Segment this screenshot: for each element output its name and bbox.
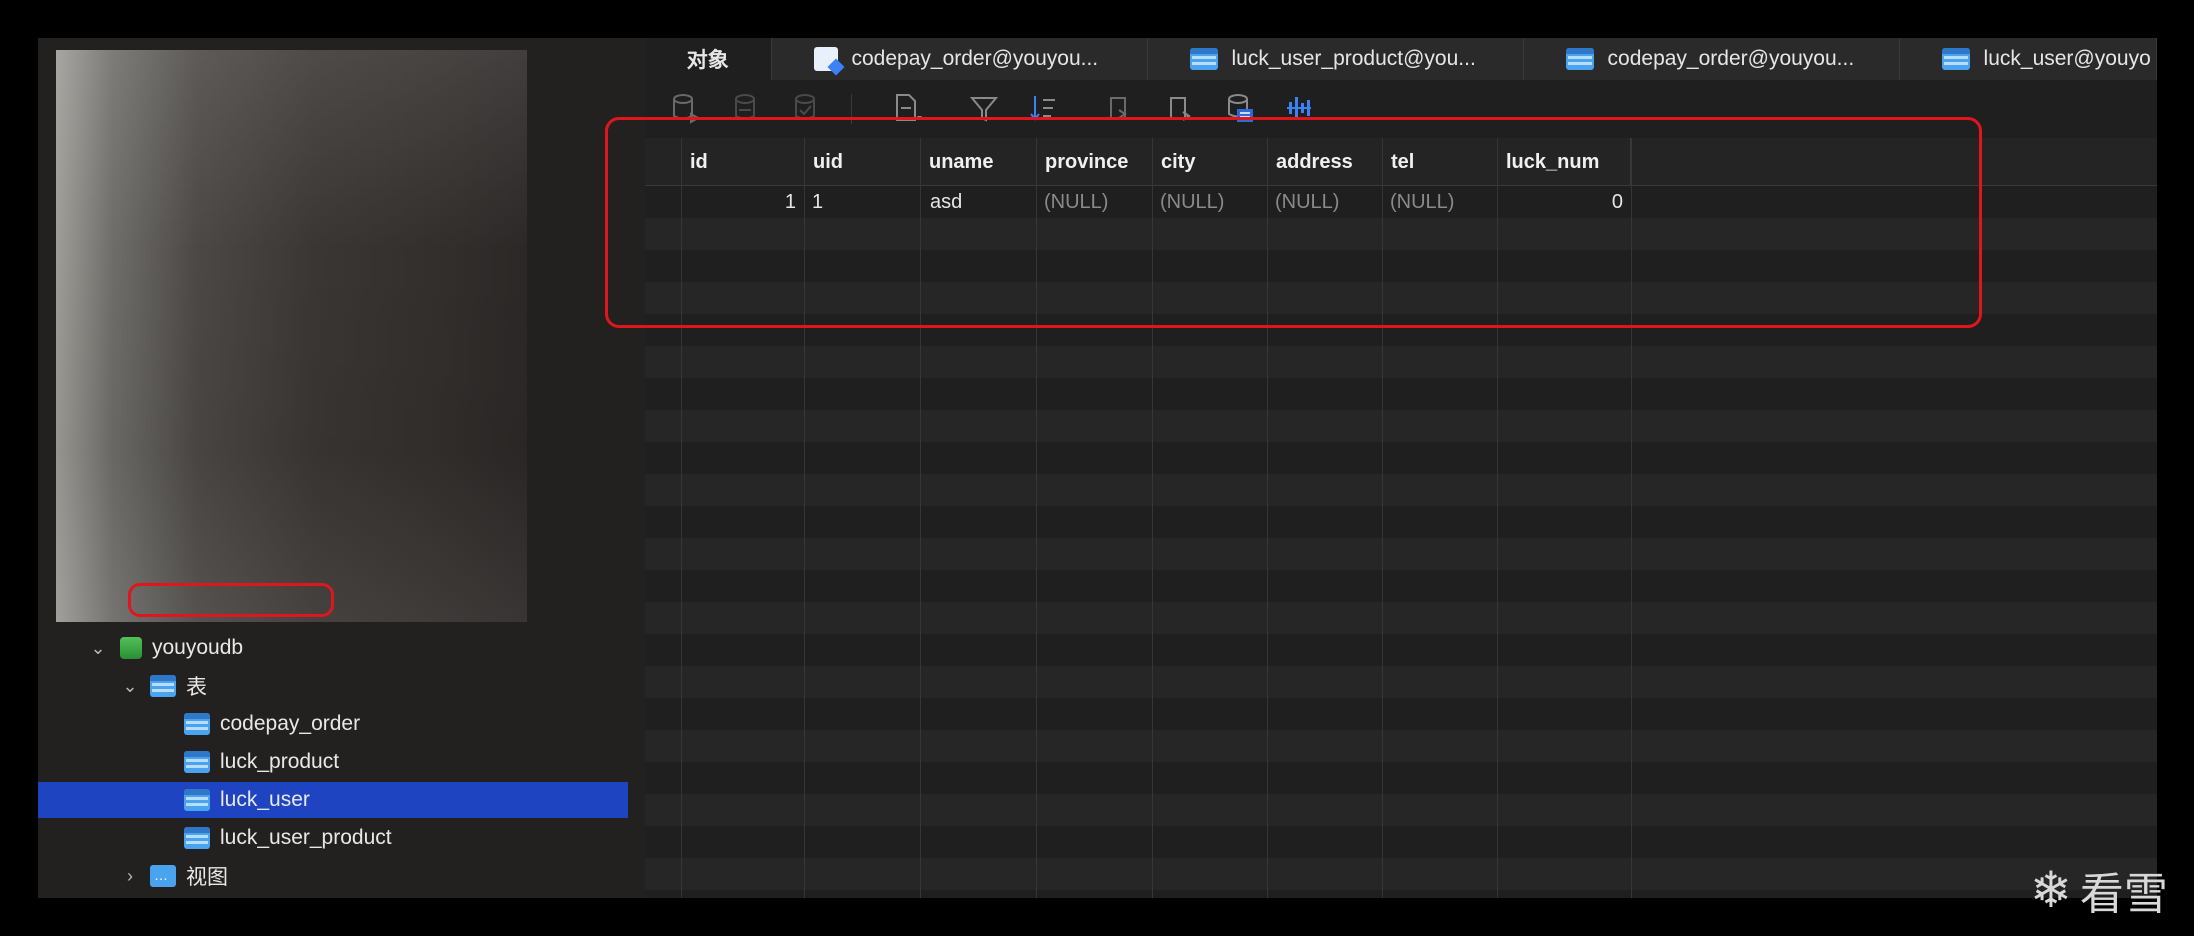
- export-result-icon[interactable]: [1165, 92, 1195, 124]
- table-icon: [184, 827, 210, 849]
- tab-table-active[interactable]: luck_user@youyo: [1900, 38, 2157, 80]
- table-icon: [184, 789, 210, 811]
- column-divider: [1631, 138, 1632, 898]
- cell-uid[interactable]: 1: [804, 186, 920, 218]
- column-divider: [804, 138, 805, 898]
- grid-rows: [645, 186, 2157, 898]
- text-view-icon[interactable]: [1225, 92, 1255, 124]
- column-header[interactable]: id: [681, 138, 804, 186]
- table-label: luck_user_product: [220, 826, 392, 849]
- tree-item-tables-group[interactable]: ⌄ 表: [38, 668, 628, 704]
- table-icon: [1941, 48, 1970, 70]
- column-header[interactable]: uid: [804, 138, 920, 186]
- add-record-icon[interactable]: [671, 92, 701, 124]
- column-header[interactable]: tel: [1382, 138, 1497, 186]
- tree-item-table[interactable]: codepay_order: [38, 706, 628, 742]
- export-icon[interactable]: [893, 92, 923, 124]
- chevron-down-icon[interactable]: ⌄: [86, 638, 110, 659]
- sort-icon[interactable]: [1029, 92, 1059, 124]
- main-pane: 对象 codepay_order@youyou... luck_user_pro…: [645, 38, 2157, 898]
- table-icon: [184, 751, 210, 773]
- column-header[interactable]: luck_num: [1497, 138, 1631, 186]
- tab-label: luck_user_product@you...: [1231, 47, 1476, 70]
- watermark: ❄ 看雪: [2030, 858, 2168, 922]
- cell-id[interactable]: 1: [681, 186, 804, 218]
- toolbar-separator: [851, 94, 852, 124]
- sidebar: ⌄ youyoudb ⌄ 表 codepay_order luck_produc…: [38, 38, 645, 898]
- functions-group-label: 函数: [186, 897, 228, 898]
- table-label: codepay_order: [220, 712, 361, 735]
- table-icon: [1189, 48, 1218, 70]
- grid-header: id uid uname province city address tel l…: [645, 138, 2157, 186]
- column-header[interactable]: address: [1267, 138, 1382, 186]
- filter-icon[interactable]: [969, 92, 999, 124]
- column-divider: [1152, 138, 1153, 898]
- tree-item-views-group[interactable]: › 视图: [38, 858, 628, 894]
- chevron-right-icon[interactable]: ›: [118, 866, 142, 887]
- cell-uname[interactable]: asd: [920, 186, 1036, 218]
- table-icon: [184, 713, 210, 735]
- toolbar: [645, 80, 2157, 138]
- tab-label: codepay_order@youyou...: [1607, 47, 1855, 70]
- column-divider: [1267, 138, 1268, 898]
- column-divider: [920, 138, 921, 898]
- tab-label: codepay_order@youyou...: [851, 47, 1099, 70]
- cell-luck-num[interactable]: 0: [1497, 186, 1631, 218]
- column-divider: [681, 138, 682, 898]
- import-icon[interactable]: [1105, 92, 1135, 124]
- watermark-text: 看雪: [2079, 870, 2168, 919]
- table-icon: [1565, 48, 1594, 70]
- tree-item-database[interactable]: ⌄ youyoudb: [38, 630, 628, 666]
- tab-label: luck_user@youyo: [1983, 47, 2151, 70]
- column-divider: [1036, 138, 1037, 898]
- database-icon: [120, 637, 142, 659]
- tab-table[interactable]: luck_user_product@you...: [1148, 38, 1524, 80]
- tree-item-table-selected[interactable]: luck_user: [38, 782, 628, 818]
- chevron-down-icon[interactable]: ⌄: [118, 676, 142, 697]
- delete-record-icon[interactable]: [731, 92, 761, 124]
- tab-label: 对象: [686, 49, 729, 72]
- column-header[interactable]: city: [1152, 138, 1267, 186]
- tree-item-table[interactable]: luck_product: [38, 744, 628, 780]
- table-label: luck_product: [220, 750, 340, 773]
- tables-group-label: 表: [186, 676, 207, 699]
- tab-objects[interactable]: 对象: [645, 38, 772, 80]
- apply-icon[interactable]: [791, 92, 821, 124]
- tab-query[interactable]: codepay_order@youyou...: [772, 38, 1148, 80]
- column-divider: [1382, 138, 1383, 898]
- tree-item-functions-group[interactable]: › f 函数: [38, 894, 628, 898]
- cell-tel[interactable]: (NULL): [1382, 186, 1497, 218]
- snowflake-icon: ❄: [2030, 861, 2072, 919]
- column-divider: [1497, 138, 1498, 898]
- tab-table[interactable]: codepay_order@youyou...: [1524, 38, 1900, 80]
- cell-address[interactable]: (NULL): [1267, 186, 1382, 218]
- column-header[interactable]: province: [1036, 138, 1152, 186]
- cell-province[interactable]: (NULL): [1036, 186, 1152, 218]
- views-folder-icon: [150, 865, 176, 887]
- data-grid[interactable]: id uid uname province city address tel l…: [645, 138, 2157, 898]
- database-label: youyoudb: [152, 636, 244, 659]
- views-group-label: 视图: [186, 866, 228, 889]
- chart-icon[interactable]: [1283, 92, 1313, 124]
- table-label: luck_user: [220, 788, 310, 811]
- query-icon: [813, 47, 838, 71]
- blurred-region: [56, 50, 527, 622]
- tables-folder-icon: [150, 675, 176, 697]
- tree-item-table[interactable]: luck_user_product: [38, 820, 628, 856]
- column-header[interactable]: uname: [920, 138, 1036, 186]
- tab-bar: 对象 codepay_order@youyou... luck_user_pro…: [645, 38, 2157, 80]
- cell-city[interactable]: (NULL): [1152, 186, 1267, 218]
